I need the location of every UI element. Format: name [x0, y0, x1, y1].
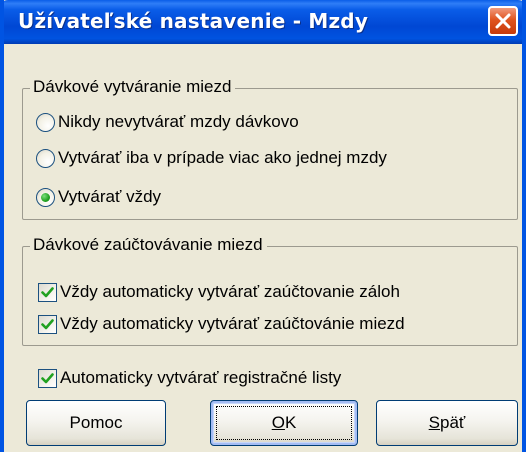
help-button-label: Pomoc [69, 413, 123, 432]
checkbox-posting-wages-label: Vždy automaticky vytvárať zaúčtovánie mi… [60, 314, 405, 333]
checkbox-checked-icon [38, 368, 57, 388]
checkbox-posting-advances[interactable]: Vždy automaticky vytvárať zaúčtovanie zá… [38, 280, 400, 304]
batch-posting-legend: Dávkové zaúčtovávanie miezd [30, 235, 267, 255]
checkbox-posting-wages[interactable]: Vždy automaticky vytvárať zaúčtovánie mi… [38, 312, 405, 336]
back-button[interactable]: Späť [376, 400, 518, 446]
back-label-rest: päť [440, 413, 466, 432]
checkmark-icon [41, 286, 54, 297]
dialog-window: Užívateľské nastavenie - Mzdy Dávkové vy… [0, 0, 526, 452]
checkmark-icon [41, 318, 54, 329]
radio-button-icon [36, 148, 55, 168]
radio-only-multiple-label: Vytvárať iba v prípade viac ako jednej m… [58, 148, 387, 167]
checkbox-registration-lists[interactable]: Automaticky vytvárať registračné listy [38, 366, 341, 390]
radio-button-icon [36, 112, 55, 132]
checkbox-checked-icon [38, 314, 57, 334]
back-button-label: Späť [429, 413, 466, 433]
radio-always-label: Vytvárať vždy [58, 187, 162, 206]
radio-always[interactable]: Vytvárať vždy [36, 185, 161, 209]
close-button[interactable] [488, 6, 518, 36]
ok-button-label: OK [272, 413, 297, 433]
checkmark-icon [41, 372, 54, 383]
radio-only-multiple[interactable]: Vytvárať iba v prípade viac ako jednej m… [36, 146, 387, 170]
title-bar[interactable]: Užívateľské nastavenie - Mzdy [4, 0, 522, 44]
radio-button-selected-icon [36, 187, 55, 207]
checkbox-checked-icon [38, 282, 57, 302]
help-button[interactable]: Pomoc [26, 400, 166, 446]
ok-label-rest: K [284, 413, 297, 432]
checkbox-registration-lists-label: Automaticky vytvárať registračné listy [60, 368, 342, 387]
batch-create-legend: Dávkové vytváranie miezd [30, 77, 236, 97]
ok-mnemonic: O [271, 413, 285, 432]
radio-never-batch[interactable]: Nikdy nevytvárať mzdy dávkovo [36, 110, 299, 134]
radio-never-batch-label: Nikdy nevytvárať mzdy dávkovo [58, 112, 299, 131]
checkbox-posting-advances-label: Vždy automaticky vytvárať zaúčtovanie zá… [60, 282, 400, 301]
ok-button[interactable]: OK [210, 400, 358, 446]
close-icon [495, 13, 511, 29]
window-title: Užívateľské nastavenie - Mzdy [18, 9, 369, 33]
back-mnemonic: S [428, 413, 441, 432]
